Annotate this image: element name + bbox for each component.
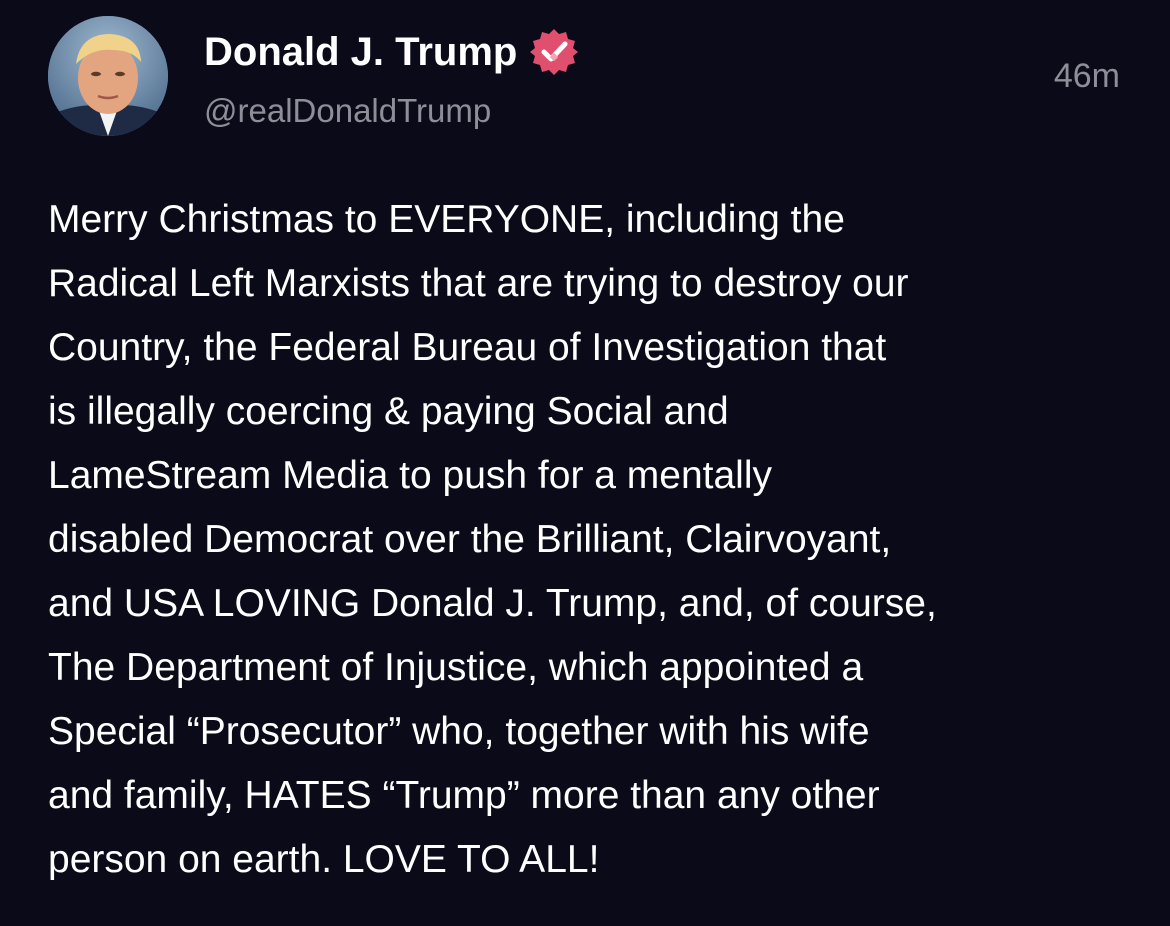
author-handle[interactable]: @realDonaldTrump <box>204 88 491 134</box>
verified-badge-icon <box>529 27 579 77</box>
avatar[interactable] <box>48 16 168 136</box>
post-body-text: Merry Christmas to EVERYONE, including t… <box>48 198 937 881</box>
post-card: Donald J. Trump @realDonaldTrump 46m Mer… <box>0 0 1170 926</box>
author-display-name[interactable]: Donald J. Trump <box>204 24 579 80</box>
avatar-image <box>48 16 168 136</box>
author-name[interactable]: Donald J. Trump <box>204 24 517 80</box>
post-timestamp[interactable]: 46m <box>1054 53 1120 99</box>
